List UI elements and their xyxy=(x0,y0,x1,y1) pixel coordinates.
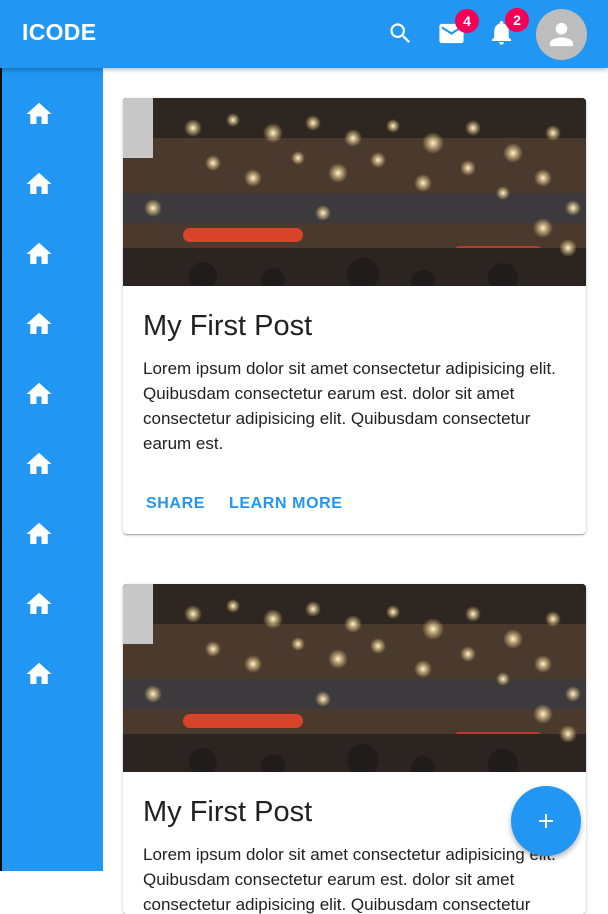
notifications-button[interactable]: 2 xyxy=(487,8,529,47)
post-image xyxy=(123,98,586,286)
home-icon xyxy=(24,519,54,549)
home-icon xyxy=(24,589,54,619)
home-icon xyxy=(24,99,54,129)
home-icon xyxy=(24,659,54,689)
home-icon xyxy=(24,449,54,479)
search-icon[interactable] xyxy=(387,20,414,47)
sidebar-item-home-9[interactable] xyxy=(24,659,54,689)
avatar[interactable] xyxy=(536,9,587,60)
brand-title[interactable]: ICODE xyxy=(22,19,96,46)
post-title: My First Post xyxy=(143,796,313,828)
home-icon xyxy=(24,239,54,269)
home-icon xyxy=(24,309,54,339)
post-image xyxy=(123,584,586,772)
post-body: Lorem ipsum dolor sit amet consectetur a… xyxy=(143,359,556,453)
app-bar: ICODE 4 2 xyxy=(0,0,608,68)
sidebar-item-home-4[interactable] xyxy=(24,309,54,339)
sidebar-item-home-8[interactable] xyxy=(24,589,54,619)
sidebar-item-home-5[interactable] xyxy=(24,379,54,409)
mail-button[interactable]: 4 xyxy=(437,9,479,48)
post-card: My First Post Lorem ipsum dolor sit amet… xyxy=(123,584,586,914)
home-icon xyxy=(24,169,54,199)
sidebar-item-home-1[interactable] xyxy=(24,99,54,129)
add-post-button[interactable] xyxy=(511,786,581,856)
share-button[interactable]: SHARE xyxy=(146,495,205,513)
post-card: My First Post Lorem ipsum dolor sit amet… xyxy=(123,98,586,534)
home-icon xyxy=(24,379,54,409)
post-body: Lorem ipsum dolor sit amet consectetur a… xyxy=(143,845,556,914)
mail-badge: 4 xyxy=(455,9,479,33)
sidebar xyxy=(0,68,103,871)
sidebar-item-home-2[interactable] xyxy=(24,169,54,199)
notifications-badge: 2 xyxy=(505,8,529,32)
sidebar-item-home-7[interactable] xyxy=(24,519,54,549)
learn-more-button[interactable]: LEARN MORE xyxy=(229,495,343,513)
sidebar-item-home-3[interactable] xyxy=(24,239,54,269)
post-title: My First Post xyxy=(143,310,313,342)
sidebar-item-home-6[interactable] xyxy=(24,449,54,479)
